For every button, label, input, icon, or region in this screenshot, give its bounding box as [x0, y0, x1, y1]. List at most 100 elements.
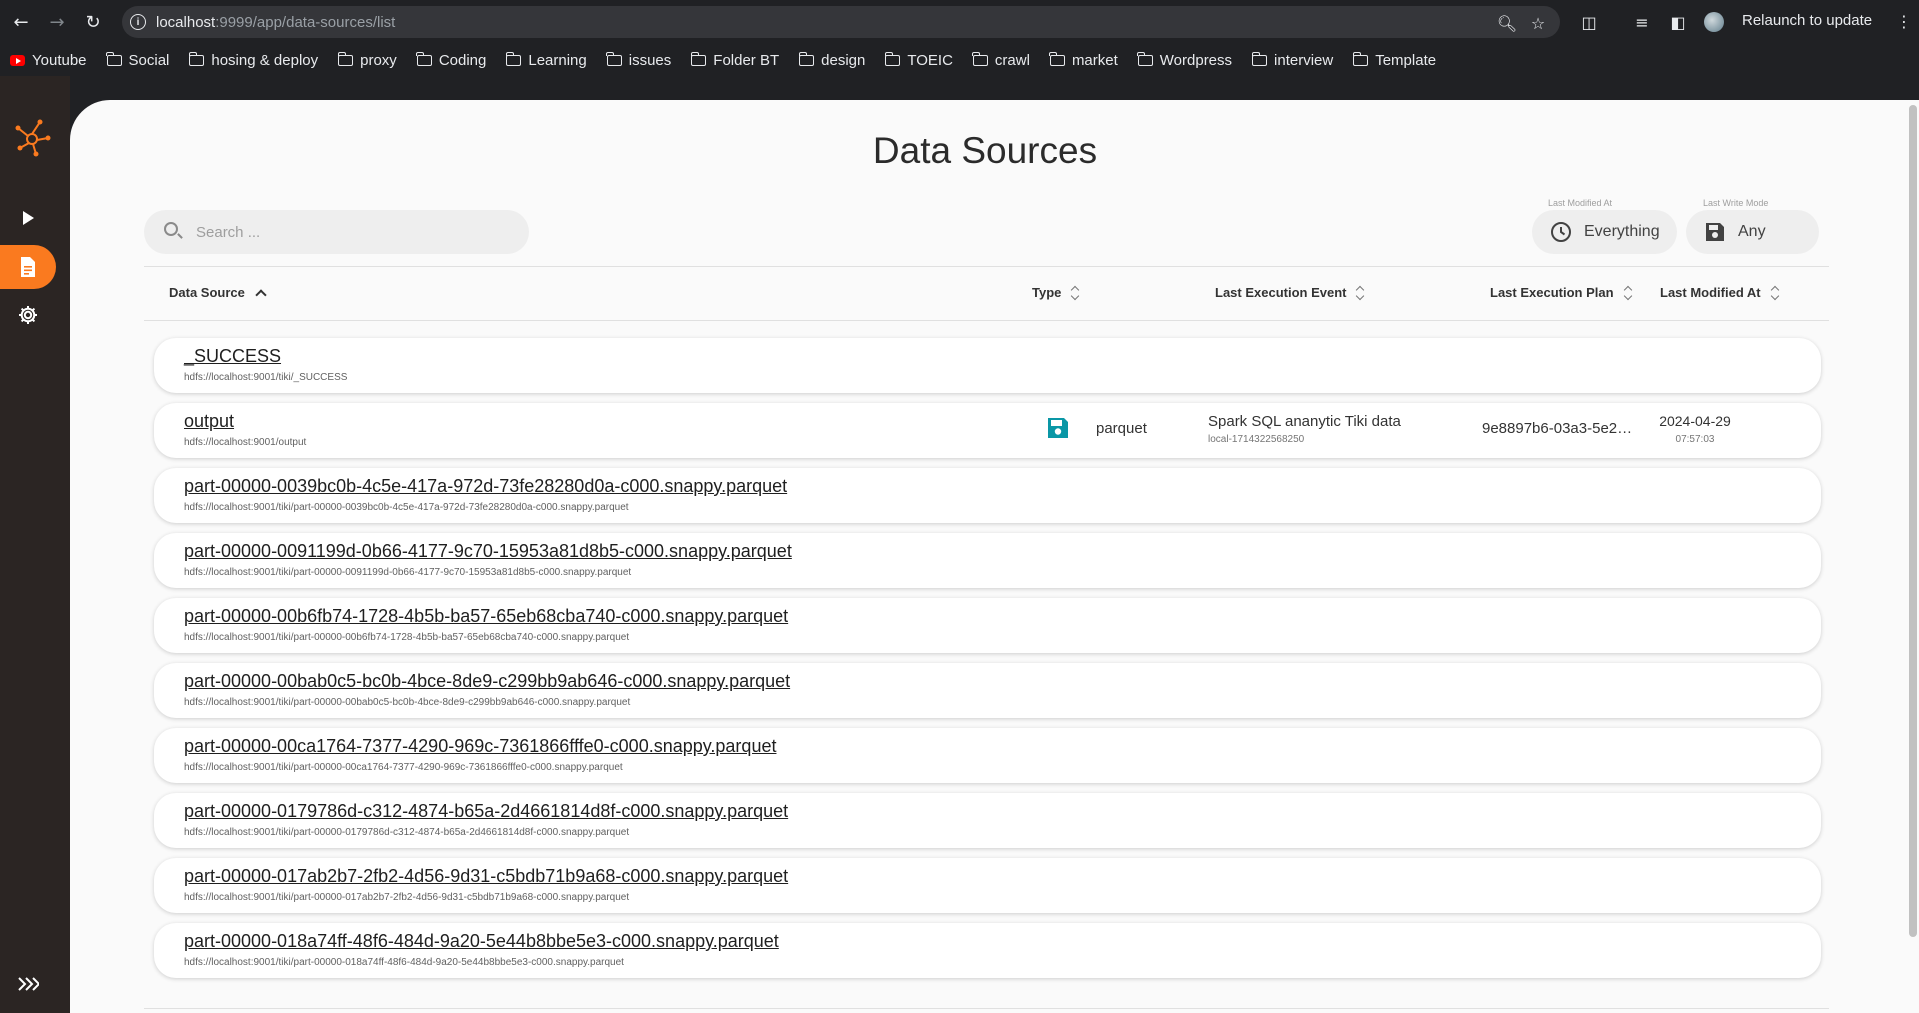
folder-icon [884, 51, 901, 66]
bookmark-item[interactable]: hosing & deploy [188, 51, 318, 69]
sidebar-item-data-sources[interactable] [0, 245, 56, 289]
bookmark-item[interactable]: Coding [416, 51, 486, 69]
sidebar-item-execute[interactable] [0, 196, 56, 240]
folder-icon [690, 51, 707, 66]
reload-icon[interactable]: ↻ [81, 10, 105, 34]
search-box[interactable] [144, 210, 529, 254]
reading-list-icon[interactable]: ≡ [1632, 12, 1652, 32]
bookmark-item[interactable]: Social [106, 51, 170, 69]
bookmark-item[interactable]: Youtube [10, 52, 87, 69]
browser-menu-icon[interactable]: ⋮ [1896, 12, 1912, 31]
bookmark-item[interactable]: Folder BT [690, 51, 779, 69]
data-source-row[interactable]: part-00000-00b6fb74-1728-4b5b-ba57-65eb6… [154, 598, 1821, 653]
sidebar-expand-button[interactable] [0, 962, 56, 1006]
app-logo-icon[interactable] [10, 116, 54, 160]
data-source-row[interactable]: _SUCCESS hdfs://localhost:9001/tiki/_SUCC… [154, 338, 1821, 393]
data-source-row[interactable]: part-00000-017ab2b7-2fb2-4d56-9d31-c5bdb… [154, 858, 1821, 913]
data-source-row[interactable]: part-00000-00ca1764-7377-4290-969c-73618… [154, 728, 1821, 783]
clock-icon [1550, 221, 1572, 243]
data-source-row[interactable]: part-00000-00bab0c5-bc0b-4bce-8de9-c299b… [154, 663, 1821, 718]
data-source-name-link[interactable]: _SUCCESS [184, 346, 281, 367]
bookmark-item[interactable]: Wordpress [1137, 51, 1232, 69]
site-info-icon[interactable]: i [130, 14, 146, 30]
sidebar-item-settings[interactable] [0, 293, 56, 337]
data-source-row[interactable]: part-00000-0039bc0b-4c5e-417a-972d-73fe2… [154, 468, 1821, 523]
data-source-name-link[interactable]: part-00000-018a74ff-48f6-484d-9a20-5e44b… [184, 931, 779, 952]
folder-icon [1251, 51, 1268, 66]
sort-ascending-icon [255, 288, 267, 301]
folder-icon [505, 51, 522, 66]
back-arrow-icon[interactable]: ← [9, 10, 33, 34]
bookmark-item[interactable]: crawl [972, 51, 1030, 69]
bookmark-item[interactable]: market [1049, 51, 1118, 69]
data-source-row[interactable]: output hdfs://localhost:9001/output parque… [154, 403, 1821, 458]
column-header-type-label: Type [1032, 285, 1062, 300]
data-source-uri: hdfs://localhost:9001/tiki/part-00000-00… [184, 762, 623, 773]
folder-icon [337, 51, 354, 66]
bookmark-item[interactable]: interview [1251, 51, 1333, 69]
bookmark-item[interactable]: proxy [337, 51, 397, 69]
youtube-icon [10, 54, 25, 66]
folder-icon [188, 51, 205, 66]
bookmark-item[interactable]: design [798, 51, 865, 69]
data-source-row[interactable]: part-00000-018a74ff-48f6-484d-9a20-5e44b… [154, 923, 1821, 978]
bookmark-item[interactable]: TOEIC [884, 51, 953, 69]
column-header-last-modified-at[interactable]: Last Modified At [1660, 285, 1781, 300]
write-mode-filter[interactable]: Any [1686, 210, 1819, 254]
last-modified-filter-caption: Last Modified At [1548, 198, 1613, 208]
table-header: Data Source Type Last Execution Event La… [144, 266, 1829, 321]
data-source-list: _SUCCESS hdfs://localhost:9001/tiki/_SUCC… [154, 338, 1821, 988]
url-path: :9999/app/data-sources/list [215, 14, 396, 31]
save-disk-icon [1704, 221, 1726, 243]
sort-icon [1624, 286, 1634, 300]
data-source-name-link[interactable]: part-00000-00bab0c5-bc0b-4bce-8de9-c299b… [184, 671, 790, 692]
bookmark-star-icon[interactable]: ☆ [1529, 14, 1547, 33]
data-source-uri: hdfs://localhost:9001/tiki/part-00000-01… [184, 892, 630, 903]
sort-icon [1071, 286, 1081, 300]
last-execution-event[interactable]: Spark SQL ananytic Tiki data [1208, 413, 1401, 430]
forward-arrow-icon[interactable]: → [45, 10, 69, 34]
expand-chevrons-icon [18, 977, 39, 991]
column-header-last-execution-event[interactable]: Last Execution Event [1215, 285, 1366, 300]
page-scrollbar[interactable] [1909, 105, 1917, 937]
data-source-uri: hdfs://localhost:9001/tiki/part-00000-00… [184, 697, 631, 708]
data-source-name-link[interactable]: part-00000-00ca1764-7377-4290-969c-73618… [184, 736, 776, 757]
data-source-name-link[interactable]: output [184, 411, 234, 432]
browser-toolbar: ← → ↻ i localhost:9999/app/data-sources/… [0, 0, 1919, 44]
column-header-last-execution-plan[interactable]: Last Execution Plan [1490, 285, 1634, 300]
search-input[interactable] [196, 210, 516, 254]
extensions-icon[interactable]: ◫ [1579, 12, 1599, 32]
data-source-name-link[interactable]: part-00000-0091199d-0b66-4177-9c70-15953… [184, 541, 792, 562]
column-header-type[interactable]: Type [1032, 285, 1081, 300]
profile-avatar[interactable] [1704, 12, 1724, 32]
data-source-row[interactable]: part-00000-0091199d-0b66-4177-9c70-15953… [154, 533, 1821, 588]
address-bar[interactable]: i localhost:9999/app/data-sources/list 🔍… [122, 6, 1560, 38]
settings-gear-icon [19, 306, 37, 324]
play-icon [23, 211, 34, 225]
data-source-uri: hdfs://localhost:9001/tiki/_SUCCESS [184, 372, 348, 383]
column-header-data-source[interactable]: Data Source [169, 285, 267, 301]
last-modified-filter[interactable]: Everything [1532, 210, 1677, 254]
side-panel-icon[interactable]: ◧ [1668, 12, 1688, 32]
data-source-name-link[interactable]: part-00000-0179786d-c312-4874-b65a-2d466… [184, 801, 788, 822]
data-source-name-link[interactable]: part-00000-00b6fb74-1728-4b5b-ba57-65eb6… [184, 606, 788, 627]
bookmark-item[interactable]: issues [606, 51, 671, 69]
last-execution-plan-link[interactable]: 9e8897b6-03a3-5e2… [1482, 420, 1640, 437]
bookmark-label: Template [1375, 51, 1437, 69]
bookmark-item[interactable]: Template [1352, 51, 1437, 69]
bookmark-label: Social [128, 51, 170, 69]
data-source-uri: hdfs://localhost:9001/tiki/part-00000-00… [184, 502, 629, 513]
data-source-uri: hdfs://localhost:9001/tiki/part-00000-01… [184, 827, 630, 838]
data-source-uri: hdfs://localhost:9001/tiki/part-00000-01… [184, 957, 624, 968]
bookmark-item[interactable]: Learning [505, 51, 587, 69]
data-source-uri: hdfs://localhost:9001/tiki/part-00000-00… [184, 567, 632, 578]
data-source-name-link[interactable]: part-00000-0039bc0b-4c5e-417a-972d-73fe2… [184, 476, 787, 497]
folder-icon [106, 51, 122, 66]
url-text[interactable]: localhost:9999/app/data-sources/list [156, 14, 395, 31]
write-mode-filter-caption: Last Write Mode [1703, 198, 1769, 208]
write-mode-filter-value: Any [1738, 223, 1766, 240]
data-source-name-link[interactable]: part-00000-017ab2b7-2fb2-4d56-9d31-c5bdb… [184, 866, 788, 887]
zoom-icon[interactable]: 🔍︎ [1497, 14, 1517, 33]
relaunch-button[interactable]: Relaunch to update [1742, 12, 1872, 29]
data-source-row[interactable]: part-00000-0179786d-c312-4874-b65a-2d466… [154, 793, 1821, 848]
